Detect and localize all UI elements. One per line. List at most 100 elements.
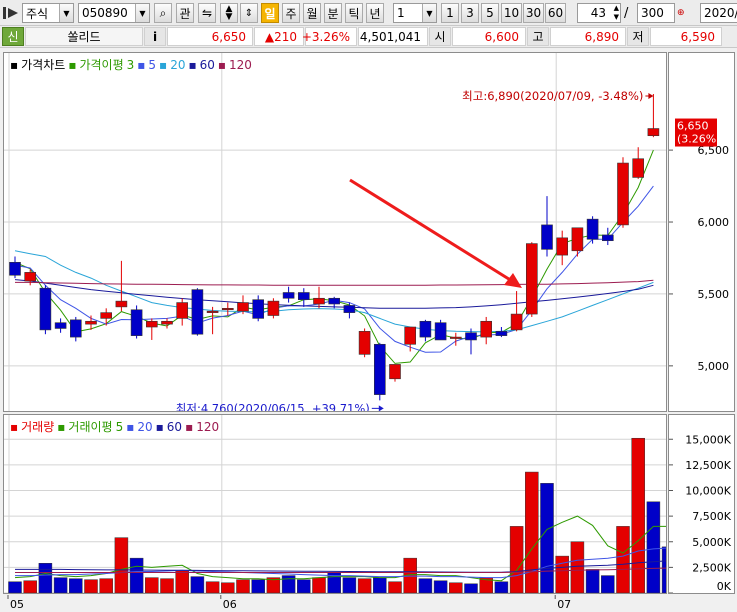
legend-marker: ▪ xyxy=(10,419,19,434)
stock-info-button[interactable]: i xyxy=(144,27,166,46)
price-chart-svg[interactable]: 최고:6,890(2020/07/09, -3.48%) 최저:4,760(202… xyxy=(4,53,666,411)
volume-chart-svg[interactable] xyxy=(4,415,666,593)
candle-body xyxy=(617,162,629,226)
volume-bar xyxy=(570,541,585,593)
period-month-button[interactable]: 월 xyxy=(303,3,321,23)
volume-bar xyxy=(373,577,387,593)
volume-chart-panel[interactable]: ▪ 거래량 ▪ 거래이평 5 ▪ 20 ▪ 60 ▪ 120 xyxy=(3,414,667,594)
volume-bar xyxy=(509,526,524,593)
candle-body xyxy=(297,292,310,300)
interval-1-button[interactable]: 1 xyxy=(441,3,459,23)
volume-bar xyxy=(145,577,159,593)
market-type-select[interactable]: 주식 ▼ xyxy=(22,3,74,23)
price-axis-label: 5,500 xyxy=(698,288,730,301)
candle-body xyxy=(237,302,249,312)
price-y-axis: 5,000 5,500 6,000 6,500 6,650 (3.26%) xyxy=(668,52,735,412)
candle-body xyxy=(176,302,188,319)
link-button[interactable]: ⇋ xyxy=(198,3,216,23)
stock-code-value: 050890 xyxy=(82,6,128,20)
price-axis-svg: 5,0005,5006,0006,5006,650(3.26%) xyxy=(669,118,730,373)
interval-60-button[interactable]: 60 xyxy=(545,3,566,23)
candle-body xyxy=(373,343,386,395)
price-axis-label: 6,000 xyxy=(698,216,730,229)
chevron-down-icon[interactable]: ▼ xyxy=(59,4,73,22)
candle-body xyxy=(541,224,553,250)
interval-30-button[interactable]: 30 xyxy=(523,3,544,23)
volume-bar xyxy=(8,581,22,593)
min-annotation-arrowhead xyxy=(378,405,384,411)
volume-bar xyxy=(388,581,402,593)
volume-bar xyxy=(129,557,144,593)
candle-body xyxy=(100,312,112,319)
volume-bar xyxy=(236,579,250,593)
link-icon: ⇋ xyxy=(201,6,213,20)
price-ma-120: 120 xyxy=(229,57,252,72)
max-annotation-arrowhead xyxy=(648,93,654,100)
spin-icon[interactable]: ▲ ▼ xyxy=(614,4,619,22)
volume-bar xyxy=(449,582,463,593)
price-chart-panel[interactable]: 최고:6,890(2020/07/09, -3.48%) 최저:4,760(202… xyxy=(3,52,667,412)
interval-select[interactable]: 1 ▼ xyxy=(393,3,437,23)
updown-icon: ⇕ xyxy=(244,7,254,19)
interval-10-button[interactable]: 10 xyxy=(501,3,522,23)
volume-bar xyxy=(221,582,235,593)
count-total-input[interactable]: 300 xyxy=(637,3,675,23)
x-axis-label: 07 xyxy=(557,598,571,611)
volume-bar xyxy=(53,577,68,593)
candle-body xyxy=(161,320,173,325)
menu-arrow-icon xyxy=(3,7,18,19)
count-current-value: 43 xyxy=(590,6,606,20)
volume-bar xyxy=(99,578,113,593)
period-minute-button[interactable]: 분 xyxy=(324,3,342,23)
volume-ma-120: 120 xyxy=(196,419,220,434)
volume-axis-svg: 0K 2,500K 5,000K 7,500K 10,000K 12,500K 15,000… xyxy=(669,433,732,593)
volume-bar xyxy=(540,483,554,593)
highlight-arrowhead xyxy=(504,273,522,288)
interval-5-button[interactable]: 5 xyxy=(481,3,499,23)
interest-button[interactable]: 관 xyxy=(176,3,194,23)
volume-bar xyxy=(601,575,615,593)
volume-bar xyxy=(69,578,83,593)
toolbar: 주식 ▼ 050890 ▼ ⌕ 관 ⇋ ▲ ▼ ⇕ 일 주 월 분 틱 년 1 ▼… xyxy=(0,0,737,26)
price-ma-3: 3 xyxy=(126,57,135,72)
stock-code-input[interactable]: 050890 ▼ xyxy=(78,3,150,23)
candle-body xyxy=(404,326,417,345)
price-ma-120-line xyxy=(15,279,654,286)
period-day-button[interactable]: 일 xyxy=(261,3,279,23)
candle-body xyxy=(146,320,158,328)
quote-bar: 신 쏠리드 i 6,650 ▲210 +3.26% 4,501,041 시 6,… xyxy=(0,26,737,48)
count-current-input[interactable]: 43 ▲ ▼ xyxy=(577,3,621,23)
price-ma-5: 5 xyxy=(148,57,157,72)
volume-axis-label: 15,000K xyxy=(685,433,731,446)
volume-ma-60: 60 xyxy=(166,419,183,434)
price-ma-20: 20 xyxy=(170,57,186,72)
market-type-value: 주식 xyxy=(26,6,49,21)
candle-body xyxy=(647,128,660,137)
candle-body xyxy=(419,320,432,338)
zoom-icon[interactable]: ⊕ xyxy=(677,3,685,23)
high-price: 6,890 xyxy=(550,27,626,46)
open-label: 시 xyxy=(429,27,451,46)
period-tick-button[interactable]: 틱 xyxy=(345,3,363,23)
updown-spin-button[interactable]: ▲ ▼ xyxy=(220,3,238,23)
search-button[interactable]: ⌕ xyxy=(154,3,172,23)
candle-body xyxy=(85,320,97,325)
interval-3-button[interactable]: 3 xyxy=(461,3,479,23)
toolbar-menu-icon[interactable] xyxy=(2,3,22,23)
volume-bar xyxy=(251,579,265,593)
x-axis-label: 06 xyxy=(223,598,237,611)
count-separator: / xyxy=(624,5,629,21)
volume-bar xyxy=(631,437,645,593)
updown-toggle-button[interactable]: ⇕ xyxy=(240,3,258,23)
date-value: 2020/0 xyxy=(704,6,737,20)
period-year-button[interactable]: 년 xyxy=(366,3,384,23)
price-ma-5-line xyxy=(14,185,654,353)
chevron-down-icon[interactable]: ▼ xyxy=(422,4,436,22)
volume-bar xyxy=(433,580,448,593)
candle-body xyxy=(586,218,599,240)
volume-bar xyxy=(160,578,174,593)
period-week-button[interactable]: 주 xyxy=(282,3,300,23)
price-change: ▲210 xyxy=(254,27,304,46)
date-input[interactable]: 2020/0 xyxy=(700,3,737,23)
chevron-down-icon[interactable]: ▼ xyxy=(135,4,149,22)
